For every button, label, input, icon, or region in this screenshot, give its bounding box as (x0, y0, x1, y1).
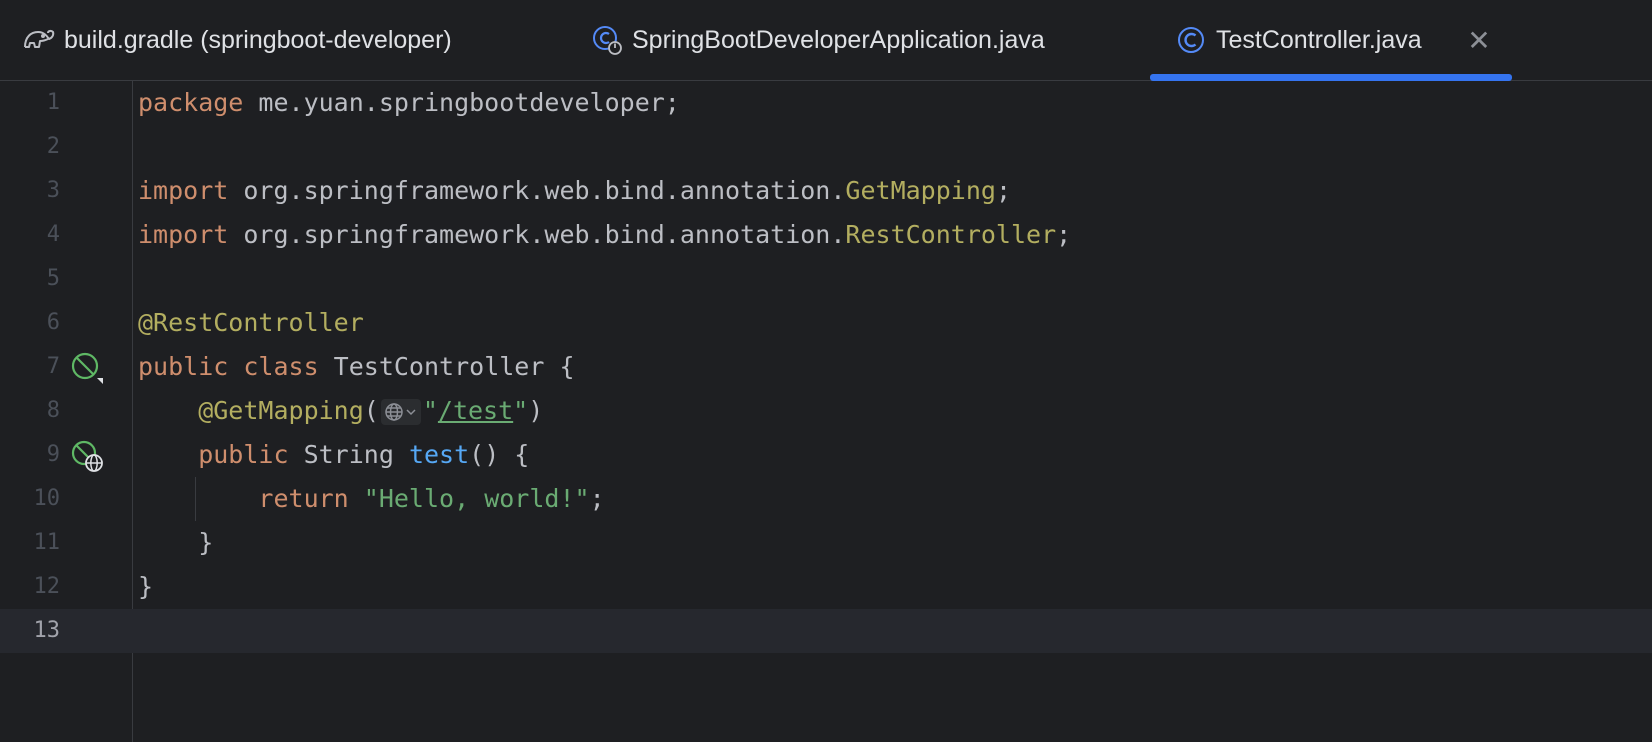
code-line: 4 import org.springframework.web.bind.an… (0, 213, 1652, 257)
tab-build-gradle[interactable]: build.gradle (springboot-developer) (22, 0, 452, 80)
method-name: test (408, 440, 470, 469)
endpoint-url-link[interactable]: /test (438, 396, 513, 425)
editor-tab-bar: build.gradle (springboot-developer) Spri… (0, 0, 1652, 81)
close-tab-icon[interactable]: ✕ (1466, 22, 1492, 58)
annotation: @GetMapping (138, 396, 364, 425)
active-tab-indicator (1150, 74, 1512, 81)
code-text: public String test() { (138, 433, 529, 477)
keyword: package (138, 88, 244, 117)
keyword: public (138, 440, 289, 469)
keyword: import (138, 176, 229, 205)
tab-springboot-developer-application[interactable]: SpringBootDeveloperApplication.java (590, 0, 1045, 80)
spring-bean-icon[interactable] (70, 351, 104, 385)
keyword: return (138, 484, 349, 513)
line-number: 12 (33, 574, 61, 599)
method-signature: () { (469, 440, 530, 469)
annotation: @RestController (138, 308, 364, 337)
code-line: 9 public String test() { (0, 433, 1652, 477)
keyword: import (138, 220, 229, 249)
code-text: } (138, 528, 214, 557)
return-type: String (288, 440, 409, 469)
globe-icon[interactable] (380, 399, 421, 425)
line-number: 7 (46, 354, 60, 379)
code-line: 3 import org.springframework.web.bind.an… (0, 169, 1652, 213)
gradle-elephant-icon (22, 23, 56, 57)
ide-editor-window: build.gradle (springboot-developer) Spri… (0, 0, 1652, 742)
line-number: 4 (46, 222, 60, 247)
line-number: 6 (46, 310, 60, 335)
import-path: org.springframework.web.bind.annotation. (228, 220, 846, 249)
tab-label: TestController.java (1216, 25, 1422, 54)
keyword: public (138, 352, 229, 381)
line-number: 5 (46, 266, 60, 291)
code-text: @RestController (138, 301, 364, 345)
code-line: 5 (0, 257, 1652, 301)
string-literal: "Hello, world!" (363, 484, 590, 513)
tab-test-controller[interactable]: TestController.java (1174, 0, 1422, 80)
keyword: class (228, 352, 319, 381)
code-line: 2 (0, 125, 1652, 169)
import-path: org.springframework.web.bind.annotation. (228, 176, 846, 205)
code-text: import org.springframework.web.bind.anno… (138, 169, 1011, 213)
code-line: 1 package me.yuan.springbootdeveloper; (0, 81, 1652, 125)
spring-boot-class-icon (590, 23, 624, 57)
semicolon: ; (1056, 220, 1072, 249)
code-line: 7 public class TestController { (0, 345, 1652, 389)
java-class-icon (1174, 23, 1208, 57)
code-text: import org.springframework.web.bind.anno… (138, 213, 1071, 257)
code-line: 12 } (0, 565, 1652, 609)
semicolon: ; (995, 176, 1011, 205)
code-text: public class TestController { (138, 345, 575, 389)
line-number: 3 (46, 178, 60, 203)
line-number: 2 (46, 134, 60, 159)
code-line: 6 @RestController (0, 301, 1652, 345)
code-line: 11 } (0, 521, 1652, 565)
semicolon: ; (589, 484, 605, 513)
line-number: 8 (46, 398, 60, 423)
tab-label: build.gradle (springboot-developer) (64, 25, 452, 54)
code-text: return "Hello, world!"; (138, 477, 605, 521)
code-text: package me.yuan.springbootdeveloper; (138, 81, 680, 125)
line-number: 1 (46, 90, 60, 115)
line-number: 9 (46, 442, 60, 467)
class-declaration: TestController { (318, 352, 575, 381)
code-text: @GetMapping( "/test") (138, 389, 543, 433)
annotation-class: GetMapping (845, 176, 996, 205)
line-number: 13 (33, 618, 61, 643)
paren: ( (363, 396, 379, 425)
tab-label: SpringBootDeveloperApplication.java (632, 25, 1045, 54)
line-number: 10 (33, 486, 61, 511)
current-line-highlight: 13 (0, 609, 1652, 653)
code-text: } (138, 572, 154, 601)
line-number: 11 (33, 530, 61, 555)
annotation-class: RestController (845, 220, 1057, 249)
quote: " (422, 396, 438, 425)
code-line: 10 return "Hello, world!"; (0, 477, 1652, 521)
paren: ) (528, 396, 544, 425)
quote: " (513, 396, 529, 425)
package-name: me.yuan.springbootdeveloper; (243, 88, 680, 117)
code-editor[interactable]: 1 package me.yuan.springbootdeveloper; 2… (0, 81, 1652, 742)
spring-endpoint-icon[interactable] (70, 439, 104, 473)
code-line: 8 @GetMapping( "/test") (0, 389, 1652, 433)
